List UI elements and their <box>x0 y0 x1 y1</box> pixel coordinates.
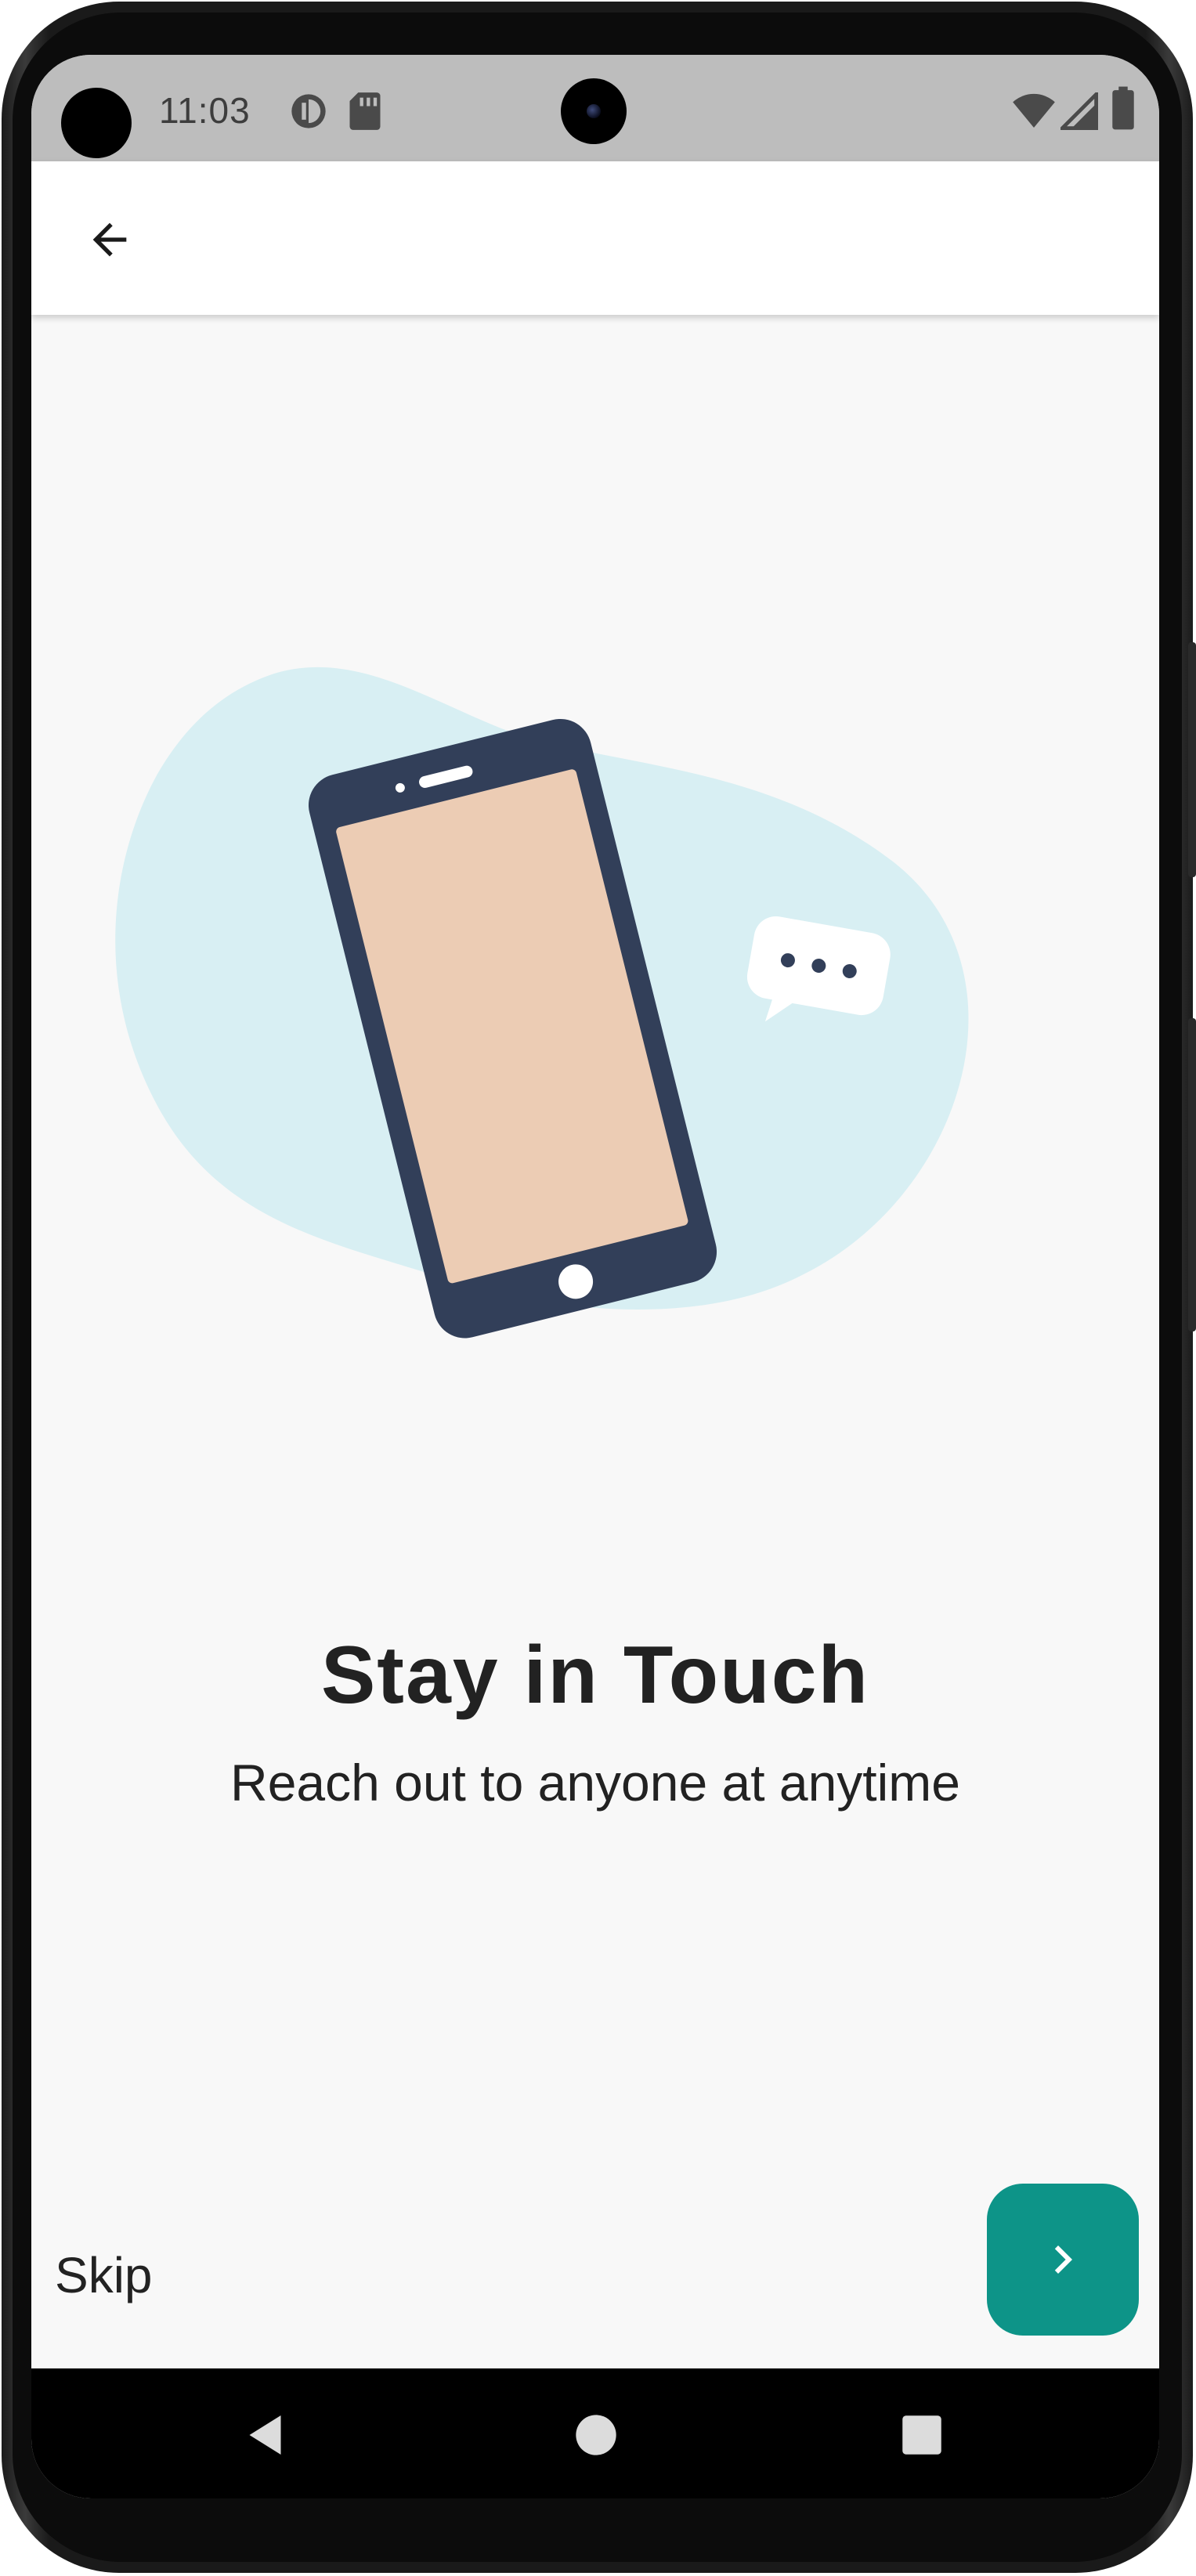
camera-lens <box>587 104 601 118</box>
chevron-right-icon <box>1054 2245 1072 2274</box>
device-frame: 11:03 Stay in Touch Reach out to anyone … <box>0 0 1196 2576</box>
wifi-icon <box>1012 92 1056 134</box>
phone-illustration <box>115 667 969 1339</box>
next-button[interactable] <box>987 2184 1139 2336</box>
system-nav-bar <box>31 2368 1159 2498</box>
status-bar: 11:03 <box>31 55 1159 161</box>
back-button[interactable] <box>78 208 141 271</box>
battery-icon <box>1111 86 1136 134</box>
onboarding-title: Stay in Touch <box>320 1630 870 1721</box>
status-time: 11:03 <box>159 90 251 131</box>
contrast-icon <box>288 91 329 135</box>
nav-back-button[interactable] <box>232 2400 302 2470</box>
volume-button <box>1188 1018 1196 1331</box>
signal-icon <box>1057 89 1098 134</box>
arrow-back-icon <box>92 222 127 257</box>
onboarding-subtitle: Reach out to anyone at anytime <box>230 1754 960 1812</box>
nav-home-icon <box>576 2415 616 2455</box>
nav-home-button[interactable] <box>561 2400 631 2470</box>
power-button <box>1188 642 1196 877</box>
nav-back-icon <box>249 2415 281 2455</box>
sd-card-icon <box>348 91 382 135</box>
nav-recents-icon <box>902 2415 941 2455</box>
app-bar <box>31 161 1159 315</box>
screen: 11:03 Stay in Touch Reach out to anyone … <box>31 55 1159 2498</box>
nav-recents-button[interactable] <box>887 2400 957 2470</box>
front-camera <box>561 78 627 144</box>
skip-button[interactable]: Skip <box>55 2246 153 2304</box>
camera-cutout <box>61 88 132 158</box>
